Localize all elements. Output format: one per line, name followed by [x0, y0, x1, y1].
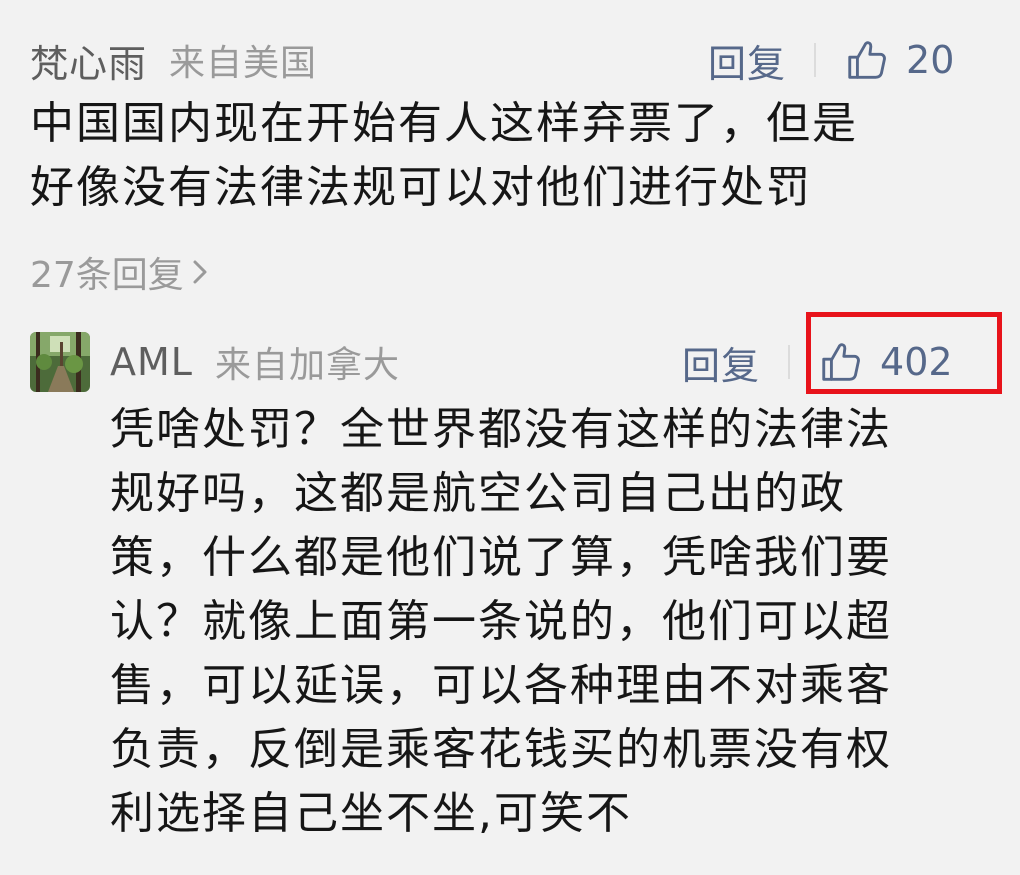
thumbs-up-icon [822, 343, 860, 381]
comment-location: 来自加拿大 [214, 345, 400, 386]
comment-text-line: 负责，反倒是乘客花钱买的机票没有权 [110, 724, 892, 775]
comment-actions: 回复 402 [682, 332, 953, 392]
comment-text-line: 认？就像上面第一条说的，他们可以超 [110, 596, 892, 647]
reply-button[interactable]: 回复 [708, 33, 786, 88]
like-count: 402 [880, 340, 953, 384]
comment-header: AML 来自加拿大 [110, 332, 400, 392]
comment-header: 梵心雨 来自美国 [30, 30, 317, 90]
comment-username[interactable]: 梵心雨 [30, 33, 147, 88]
chevron-right-icon [193, 260, 207, 284]
thumbs-up-icon [848, 41, 886, 79]
like-button[interactable]: 20 [844, 37, 954, 83]
action-divider [788, 345, 791, 379]
comment-text-line: 中国国内现在开始有人这样弃票了，但是 [30, 98, 858, 149]
comment-actions: 回复 20 [708, 30, 954, 90]
view-replies-link[interactable]: 27条回复 [30, 246, 210, 298]
comment-text-line: 凭啥处罚？全世界都没有这样的法律法 [110, 404, 892, 455]
comment-username[interactable]: AML [110, 340, 193, 384]
like-count: 20 [906, 38, 955, 82]
comment-text-line: 好像没有法律法规可以对他们进行处罚 [30, 162, 812, 213]
comment-text: 中国国内现在开始有人这样弃票了，但是 好像没有法律法规可以对他们进行处罚 [30, 92, 858, 220]
comment-location: 来自美国 [169, 43, 318, 84]
comment-text-line: 策，什么都是他们说了算，凭啥我们要 [110, 532, 892, 583]
comment-text-line: 利选择自己坐不坐,可笑不 [110, 788, 632, 839]
comment-text: 凭啥处罚？全世界都没有这样的法律法 规好吗，这都是航空公司自己出的政 策，什么都… [110, 398, 892, 846]
comment-text-line: 售，可以延误，可以各种理由不对乘客 [110, 660, 892, 711]
avatar[interactable] [30, 332, 90, 392]
avatar-image [30, 332, 90, 392]
action-divider [814, 43, 817, 77]
reply-button[interactable]: 回复 [682, 335, 760, 390]
like-button[interactable]: 402 [818, 339, 953, 385]
comment-text-line: 规好吗，这都是航空公司自己出的政 [110, 468, 846, 519]
replies-count-label: 27条回复 [30, 255, 184, 296]
